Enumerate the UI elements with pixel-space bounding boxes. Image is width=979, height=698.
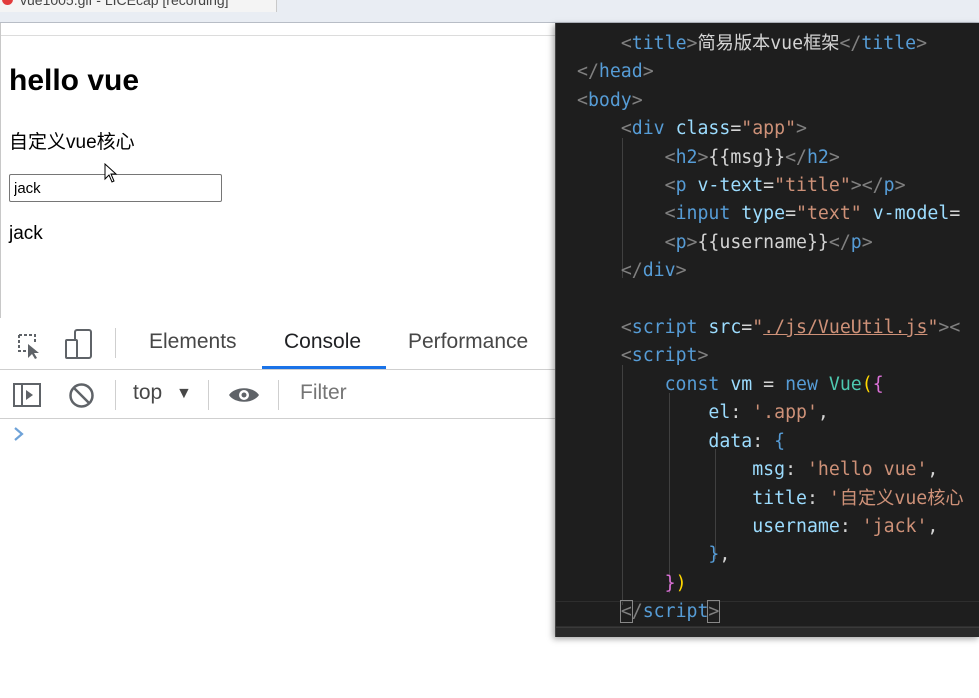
code-line[interactable]: <script> [577, 342, 964, 370]
console-filter-input[interactable] [300, 381, 540, 405]
context-dropdown-icon[interactable]: ▼ [176, 385, 192, 403]
recorder-tab-title: vue1005.gif - LICEcap [recording] [20, 0, 229, 8]
devtools-panel: Elements Console Performance top ▼ [0, 318, 557, 698]
inspect-element-icon[interactable] [16, 332, 44, 360]
code-line[interactable]: <input type="text" v-model= [577, 200, 964, 228]
live-expression-eye-icon[interactable] [228, 385, 260, 405]
tab-console[interactable]: Console [284, 330, 361, 354]
code-line[interactable]: </head> [577, 58, 964, 86]
code-line[interactable]: }, [577, 541, 964, 569]
console-prompt-chevron-icon [14, 427, 24, 441]
device-toolbar-icon[interactable] [64, 328, 94, 362]
show-sidebar-icon[interactable] [13, 383, 41, 407]
devtools-tab-bar: Elements Console Performance [0, 318, 557, 370]
code-line[interactable]: username: 'jack', [577, 513, 964, 541]
username-paragraph: jack [9, 223, 43, 244]
code-line[interactable]: </script> [577, 598, 964, 626]
editor-bottom-bar [556, 627, 979, 637]
page-divider [1, 35, 558, 36]
code-line[interactable]: el: '.app', [577, 399, 964, 427]
code-line[interactable]: <div class="app"> [577, 115, 964, 143]
code-line[interactable] [577, 286, 964, 314]
code-line[interactable]: <p>{{username}}</p> [577, 229, 964, 257]
console-toolbar: top ▼ [0, 370, 557, 419]
code-line[interactable]: <p v-text="title"></p> [577, 172, 964, 200]
code-editor[interactable]: <title>简易版本vue框架</title> </head> <body> <d… [555, 23, 979, 637]
context-selector[interactable]: top [133, 381, 162, 405]
toolbar-separator [115, 380, 116, 410]
code-line[interactable]: msg: 'hello vue', [577, 456, 964, 484]
active-tab-indicator [262, 366, 386, 369]
toolbar-separator [208, 380, 209, 410]
code-line[interactable]: <h2>{{msg}}</h2> [577, 144, 964, 172]
window-tab-strip: vue1005.gif - LICEcap [recording] [0, 0, 979, 23]
code-line[interactable]: }) [577, 570, 964, 598]
tab-elements[interactable]: Elements [149, 330, 237, 354]
code-line[interactable]: const vm = new Vue({ [577, 371, 964, 399]
mouse-cursor-icon [104, 163, 118, 183]
code-line[interactable]: </div> [577, 257, 964, 285]
clear-console-icon[interactable] [68, 382, 95, 409]
recorder-tab[interactable]: vue1005.gif - LICEcap [recording] [0, 0, 277, 12]
code-line[interactable]: data: { [577, 428, 964, 456]
title-paragraph: 自定义vue核心 [9, 132, 135, 153]
toolbar-separator [115, 328, 116, 358]
page-heading: hello vue [9, 64, 140, 97]
tab-performance[interactable]: Performance [408, 330, 528, 354]
recording-dot-icon [2, 0, 13, 5]
code-line[interactable]: title: '自定义vue核心 [577, 485, 963, 513]
code-text: <title>简易版本vue框架</title> </head> <body> <d… [577, 30, 964, 627]
code-line[interactable]: <script src="./js/VueUtil.js">< [577, 314, 964, 342]
code-line[interactable]: <title>简易版本vue框架</title> [577, 30, 964, 58]
code-line[interactable]: <body> [577, 87, 964, 115]
toolbar-separator [278, 380, 279, 410]
